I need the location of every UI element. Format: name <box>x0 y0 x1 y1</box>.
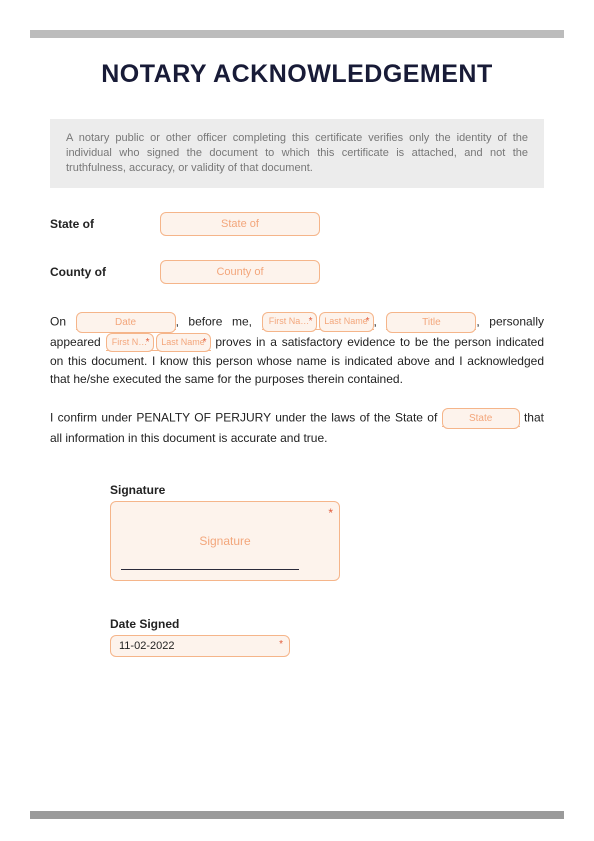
state-label: State of <box>50 217 160 231</box>
required-icon: * <box>279 639 283 650</box>
first-name-input[interactable]: First Na…* <box>262 312 317 332</box>
body-paragraph-2: I confirm under PENALTY OF PERJURY under… <box>50 408 544 447</box>
page-title: NOTARY ACKNOWLEDGEMENT <box>50 60 544 89</box>
date-signed-section: Date Signed 11-02-2022 * <box>110 617 544 657</box>
fn-placeholder: First Na… <box>269 316 310 326</box>
required-icon: * <box>366 314 370 329</box>
required-icon: * <box>146 335 150 350</box>
text: On <box>50 314 76 328</box>
perjury-state-input[interactable]: State <box>442 408 520 429</box>
signature-placeholder: Signature <box>199 534 250 548</box>
bottom-divider <box>30 811 564 819</box>
top-divider <box>30 30 564 38</box>
ln-placeholder: Last Name <box>324 316 368 326</box>
title-placeholder: Title <box>422 317 441 328</box>
appeared-first-name-input[interactable]: First N…* <box>106 333 154 353</box>
signature-input[interactable]: Signature * <box>110 501 340 581</box>
required-icon: * <box>328 506 333 520</box>
fn2-placeholder: First N… <box>112 337 148 347</box>
required-icon: * <box>309 314 313 329</box>
body-paragraph-1: On Date, before me, First Na…*Last Name*… <box>50 312 544 389</box>
notice-box: A notary public or other officer complet… <box>50 119 544 188</box>
county-row: County of County of <box>50 260 544 284</box>
date-signed-value: 11-02-2022 <box>119 640 174 652</box>
county-input[interactable]: County of <box>160 260 320 284</box>
appeared-last-name-input[interactable]: Last Name* <box>156 333 211 353</box>
signature-line <box>121 569 299 570</box>
date-placeholder: Date <box>115 317 136 328</box>
document-page: NOTARY ACKNOWLEDGEMENT A notary public o… <box>0 0 594 841</box>
date-signed-label: Date Signed <box>110 617 544 631</box>
date-signed-input[interactable]: 11-02-2022 * <box>110 635 290 657</box>
signature-section: Signature Signature * <box>110 483 544 581</box>
date-input[interactable]: Date <box>76 312 176 333</box>
title-input[interactable]: Title <box>386 312 476 333</box>
state-placeholder: State of <box>221 218 259 230</box>
last-name-input[interactable]: Last Name* <box>319 312 374 332</box>
county-label: County of <box>50 265 160 279</box>
text: I confirm under PENALTY OF PERJURY under… <box>50 411 442 425</box>
signature-label: Signature <box>110 483 544 497</box>
county-placeholder: County of <box>216 266 263 278</box>
state2-placeholder: State <box>469 413 492 424</box>
required-icon: * <box>203 335 207 350</box>
text: , before me, <box>176 314 262 328</box>
ln2-placeholder: Last Name <box>161 337 205 347</box>
state-input[interactable]: State of <box>160 212 320 236</box>
text: , <box>374 314 387 328</box>
state-row: State of State of <box>50 212 544 236</box>
